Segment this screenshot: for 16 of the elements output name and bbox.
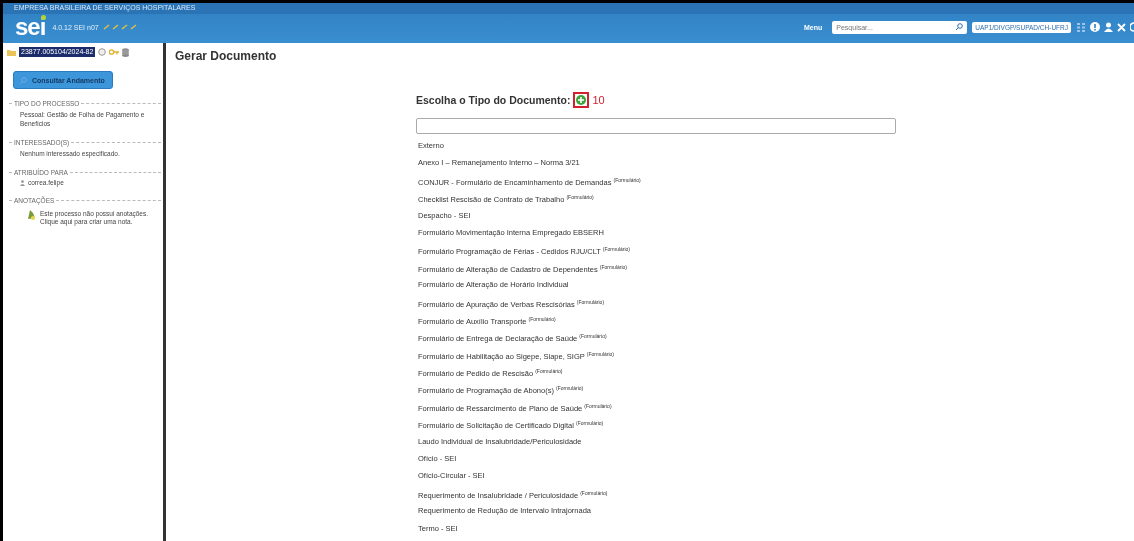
user-icon: [20, 179, 25, 186]
search-icon: [20, 76, 27, 84]
database-icon: [122, 47, 130, 57]
user-icon[interactable]: [1104, 22, 1113, 32]
document-type-prompt: Escolha o Tipo do Documento:: [416, 94, 571, 106]
logo[interactable]: sei: [15, 17, 46, 37]
search-icon[interactable]: [955, 23, 964, 31]
clock-icon: [98, 48, 107, 56]
folder-icon: [7, 48, 16, 56]
callout-number: 10: [592, 94, 605, 106]
info-icon[interactable]: [1090, 22, 1100, 32]
filter-field[interactable]: [416, 118, 896, 134]
page-title: Gerar Documento: [175, 49, 278, 63]
key-icon: [109, 49, 120, 55]
grid-icon[interactable]: [1077, 22, 1086, 32]
note-icon: [27, 210, 36, 220]
